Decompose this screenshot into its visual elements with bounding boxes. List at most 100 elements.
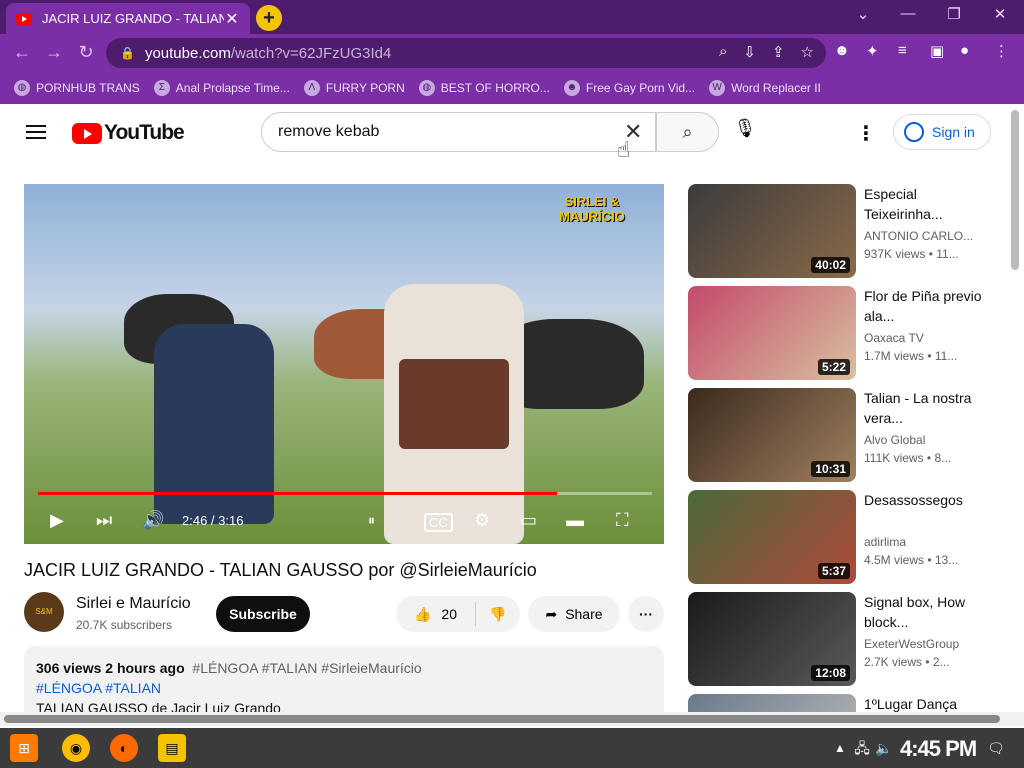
related-video-item[interactable]: 5:37 Desassossegos adirlima 4.5M views • 13…	[688, 490, 984, 584]
youtube-play-icon	[72, 122, 102, 144]
bookmark-item[interactable]: W Word Replacer II	[709, 80, 821, 96]
theater-mode-icon[interactable]: ▬	[566, 510, 584, 531]
video-thumbnail[interactable]: 12:08	[688, 592, 856, 686]
volume-tray-icon[interactable]: 🔈	[870, 734, 898, 762]
sign-in-button[interactable]: Sign in	[893, 114, 991, 150]
search-input[interactable]: remove kebab	[261, 112, 656, 152]
related-video-item[interactable]: 40:02 Especial Teixeirinha... ANTONIO CARL…	[688, 184, 984, 278]
browser-toolbar: ← → ↻ 🔒 youtube.com /watch?v=62JFzUG3Id4…	[0, 34, 1024, 72]
next-icon[interactable]: ⏭	[96, 510, 112, 531]
channel-avatar[interactable]: S&M	[24, 592, 64, 632]
menu-hamburger-icon[interactable]	[26, 125, 46, 139]
back-icon[interactable]: ←	[10, 42, 34, 63]
captions-icon[interactable]: CC	[424, 513, 453, 532]
video-thumbnail[interactable]: 5:37	[688, 490, 856, 584]
youtube-page: YouTube remove kebab ✕ ⌕ 🎙 ⋮ Sign in SIR…	[0, 104, 1024, 720]
related-video-title[interactable]: Signal box, How block...	[864, 592, 982, 632]
youtube-logo[interactable]: YouTube	[72, 121, 185, 145]
video-thumbnail[interactable]: 10:31	[688, 388, 856, 482]
chrome-app-icon[interactable]: ◉	[62, 734, 90, 762]
address-bar[interactable]: 🔒 youtube.com /watch?v=62JFzUG3Id4 ⌕ ⇩ ⇪…	[106, 38, 826, 68]
vertical-scrollbar[interactable]	[1011, 110, 1019, 270]
extension-avatar-icon[interactable]: ☻	[834, 42, 850, 59]
related-video-title[interactable]: Talian - La nostra vera...	[864, 388, 982, 428]
video-thumbnail[interactable]: 40:02	[688, 184, 856, 278]
firefox-app-icon[interactable]: ◐	[110, 734, 138, 762]
related-video-channel[interactable]: adirlima	[864, 535, 982, 549]
tab-search-icon[interactable]: ⌄	[843, 5, 883, 23]
related-video-channel[interactable]: ANTONIO CARLO...	[864, 229, 982, 243]
tab-close-icon[interactable]: ✕	[224, 9, 240, 29]
related-video-meta: 111K views • 8...	[864, 451, 952, 465]
settings-gear-icon[interactable]: ⚙	[474, 510, 490, 531]
play-icon[interactable]: ▶	[50, 510, 64, 531]
related-video-channel[interactable]: Oaxaca TV	[864, 331, 982, 345]
tab-title: JACIR LUIZ GRANDO - TALIAN	[42, 11, 224, 26]
autoplay-toggle[interactable]: ⏸	[368, 512, 375, 529]
like-button[interactable]: 👍 20	[396, 602, 476, 626]
volume-icon[interactable]: 🔊	[142, 510, 164, 531]
bookmark-item[interactable]: ◍ PORNHUB TRANS	[14, 80, 140, 96]
bookmark-star-icon[interactable]: ☆	[801, 43, 814, 61]
share-button[interactable]: ➦ Share	[528, 596, 620, 632]
bookmark-item[interactable]: Λ FURRY PORN	[303, 80, 405, 96]
restore-button[interactable]: ❐	[934, 5, 974, 23]
dislike-button[interactable]: 👎	[476, 606, 520, 623]
miniplayer-icon[interactable]: ▭	[520, 510, 537, 531]
like-count: 20	[441, 606, 457, 622]
related-video-item[interactable]: 12:08 Signal box, How block... ExeterWestG…	[688, 592, 984, 686]
video-duration: 5:37	[817, 563, 850, 579]
horizontal-scrollbar[interactable]	[4, 715, 1000, 723]
related-video-title[interactable]: Especial Teixeirinha...	[864, 184, 982, 224]
channel-name[interactable]: Sirlei e Maurício	[76, 595, 191, 613]
minimize-button[interactable]: —	[888, 5, 928, 22]
related-video-channel[interactable]: Alvo Global	[864, 433, 982, 447]
bookmark-item[interactable]: ◍ BEST OF HORRO...	[418, 80, 550, 96]
reading-list-icon[interactable]: ≡	[898, 42, 907, 59]
related-video-item[interactable]: 5:22 Flor de Piña previo ala... Oaxaca TV 1…	[688, 286, 984, 380]
browser-menu-icon[interactable]: ⋮	[994, 42, 1009, 60]
file-explorer-icon[interactable]: ▤	[158, 734, 186, 762]
description-hashtags[interactable]: #LÉNGOA #TALIAN	[36, 678, 652, 698]
related-video-item[interactable]: 10:31 Talian - La nostra vera... Alvo Glob…	[688, 388, 984, 482]
settings-kebab-icon[interactable]: ⋮	[856, 121, 876, 146]
tags-line: #LÉNGOA #TALIAN #SirleieMaurício	[192, 660, 422, 676]
forward-icon[interactable]: →	[42, 42, 66, 63]
video-player[interactable]: SIRLEI & MAURÍCIO ▶ ⏭ 🔊 2:46 / 3:16 ⏸ CC…	[24, 184, 664, 544]
search-button[interactable]: ⌕	[656, 112, 719, 152]
related-video-meta: 2.7K views • 2...	[864, 655, 950, 669]
bookmark-item[interactable]: ☻ Free Gay Porn Vid...	[563, 80, 695, 96]
voice-search-icon[interactable]: 🎙	[730, 118, 760, 148]
reload-icon[interactable]: ↻	[74, 42, 98, 63]
time-display: 2:46 / 3:16	[182, 513, 244, 528]
more-actions-button[interactable]: ···	[628, 596, 664, 632]
new-tab-button[interactable]: +	[256, 5, 282, 31]
related-video-title[interactable]: Desassossegos	[864, 490, 982, 510]
zoom-search-icon[interactable]: ⌕	[719, 43, 727, 61]
lambda-icon: Λ	[303, 80, 320, 96]
taskbar-clock[interactable]: 4:45 PM	[900, 736, 977, 762]
video-title: JACIR LUIZ GRANDO - TALIAN GAUSSO por @S…	[24, 560, 537, 580]
video-thumbnail[interactable]: 5:22	[688, 286, 856, 380]
notifications-icon[interactable]: 🗨	[982, 734, 1010, 762]
bookmarks-bar: ◍ PORNHUB TRANS Σ Anal Prolapse Time... ΛF…	[0, 72, 1024, 104]
extensions-puzzle-icon[interactable]: ✦	[866, 42, 879, 60]
side-panel-icon[interactable]: ▣	[930, 42, 944, 60]
start-button[interactable]: ⊞	[10, 734, 38, 762]
active-tab[interactable]: JACIR LUIZ GRANDO - TALIAN ✕	[6, 3, 250, 34]
description-box[interactable]: 306 views 2 hours ago #LÉNGOA #TALIAN #S…	[24, 646, 664, 720]
profile-icon[interactable]: ●	[960, 42, 969, 59]
bookmark-item[interactable]: Σ Anal Prolapse Time...	[153, 80, 290, 96]
related-video-channel[interactable]: ExeterWestGroup	[864, 637, 982, 651]
fullscreen-icon[interactable]: ⛶	[616, 510, 629, 531]
video-duration: 12:08	[811, 665, 850, 681]
bookmark-icon: Σ	[153, 80, 170, 96]
close-window-button[interactable]: ✕	[980, 5, 1020, 23]
install-app-icon[interactable]: ⇩	[743, 43, 756, 61]
related-video-title[interactable]: 1ºLugar Dança	[864, 694, 982, 714]
progress-bar[interactable]	[38, 492, 652, 495]
share-page-icon[interactable]: ⇪	[772, 43, 785, 61]
subscribe-button[interactable]: Subscribe	[216, 596, 310, 632]
related-video-meta: 4.5M views • 13...	[864, 553, 959, 567]
related-video-title[interactable]: Flor de Piña previo ala...	[864, 286, 982, 326]
